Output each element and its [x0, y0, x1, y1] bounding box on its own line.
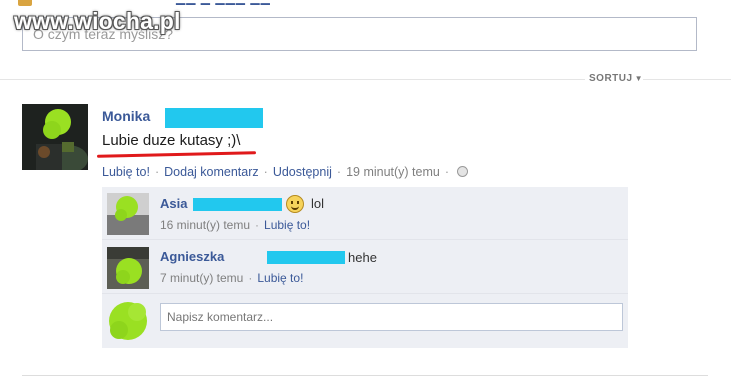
- like-link[interactable]: Lubię to!: [102, 165, 150, 179]
- name-redaction: [267, 251, 345, 264]
- write-comment-input[interactable]: [160, 303, 623, 331]
- avatar-photo: [22, 104, 88, 170]
- post-author-name[interactable]: Monika: [102, 108, 150, 124]
- comment-author-name[interactable]: Asia: [160, 196, 187, 211]
- cutoff-link-text: ▁▁ ▁ ▁▁▁ ▁▁: [176, 0, 316, 5]
- comment-like-link[interactable]: Lubię to!: [257, 271, 303, 285]
- red-underline-mark: [96, 151, 257, 158]
- current-user-avatar: [107, 300, 149, 342]
- caret-down-icon: ▼: [634, 74, 643, 83]
- name-redaction: [193, 198, 282, 211]
- globe-icon[interactable]: [457, 166, 469, 177]
- comment-avatar[interactable]: [107, 247, 149, 289]
- avatar-photo: [107, 193, 149, 235]
- watermark: www.wiocha.pl: [14, 8, 181, 34]
- sort-label: SORTUJ: [589, 73, 633, 84]
- name-redaction: [165, 108, 263, 128]
- comment-like-link[interactable]: Lubię to!: [264, 218, 310, 232]
- comment-avatar[interactable]: [107, 193, 149, 235]
- comment-meta: 16 minut(y) temu · Lubię to!: [160, 218, 310, 232]
- post-actions: Lubię to! · Dodaj komentarz · Udostępnij · 19 …: [102, 165, 469, 179]
- comment-timestamp[interactable]: 7 minut(y) temu: [160, 271, 243, 285]
- comment-timestamp[interactable]: 16 minut(y) temu: [160, 218, 250, 232]
- post-timestamp[interactable]: 19 minut(y) temu: [346, 165, 440, 179]
- add-comment-link[interactable]: Dodaj komentarz: [164, 165, 259, 179]
- comment-item: Agnieszka hehe 7 minut(y) temu · Lubię to!: [102, 240, 628, 294]
- separator: ·: [248, 271, 253, 285]
- share-link[interactable]: Udostępnij: [273, 165, 332, 179]
- avatar-photo: [107, 247, 149, 289]
- separator: ·: [444, 165, 450, 179]
- status-icon: [18, 0, 32, 6]
- reply-row: [102, 294, 628, 348]
- separator: ·: [336, 165, 342, 179]
- post-author-avatar[interactable]: [22, 104, 88, 170]
- comment-meta: 7 minut(y) temu · Lubię to!: [160, 271, 303, 285]
- post-text: Lubie duze kutasy ;)\: [102, 132, 241, 149]
- comment-text: hehe: [348, 250, 377, 265]
- comment-item: Asia lol 16 minut(y) temu · Lubię to!: [102, 187, 628, 240]
- sort-button[interactable]: SORTUJ ▼: [585, 73, 643, 84]
- separator: ·: [263, 165, 268, 179]
- feed-divider: [22, 375, 708, 376]
- separator: ·: [154, 165, 160, 179]
- separator: ·: [255, 218, 260, 232]
- comment-text: lol: [311, 196, 325, 211]
- avatar-photo: [107, 300, 149, 342]
- comment-author-name[interactable]: Agnieszka: [160, 249, 224, 264]
- smiley-icon: [286, 195, 304, 213]
